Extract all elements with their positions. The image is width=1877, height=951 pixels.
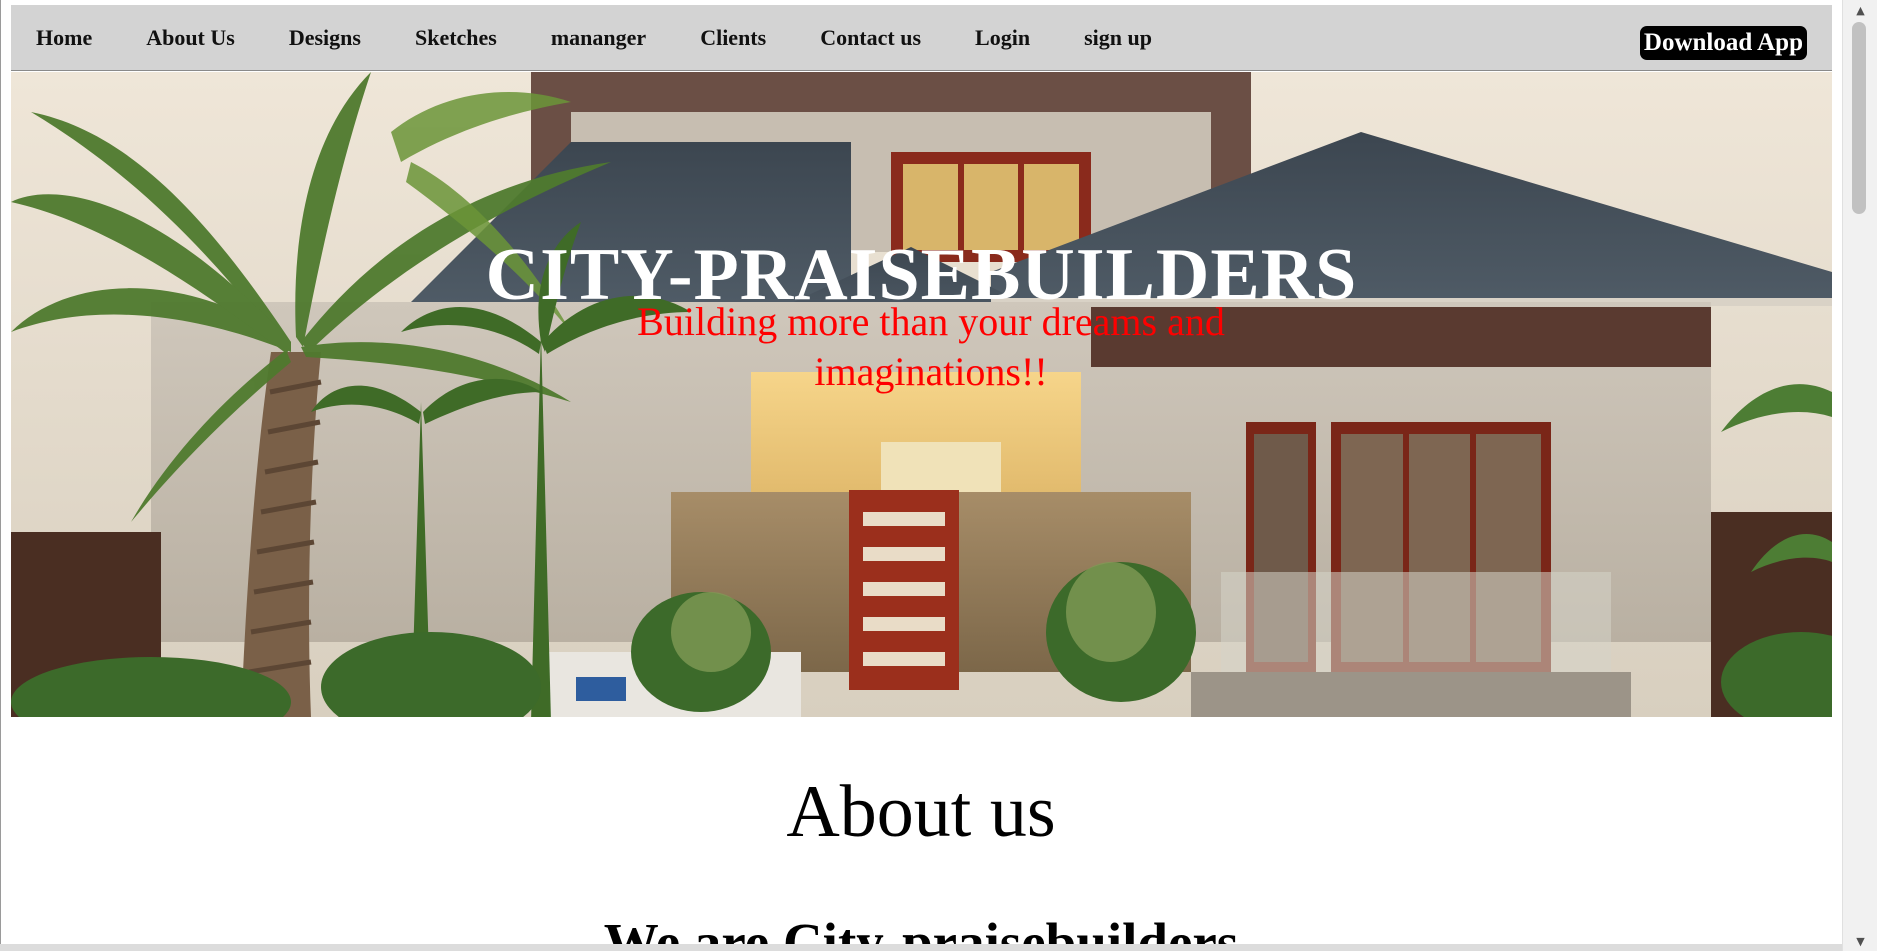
nav-link-home[interactable]: Home [11,25,119,51]
nav-link-contact-us[interactable]: Contact us [793,25,948,51]
nav-link-login[interactable]: Login [948,25,1057,51]
about-heading: About us [786,771,1056,853]
vertical-scrollbar[interactable]: ▲ ▼ [1842,0,1877,951]
chevron-up-icon[interactable]: ▲ [1843,0,1877,20]
hero-subtitle: Building more than your dreams and imagi… [637,299,1225,394]
nav-links: Home About Us Designs Sketches mananger … [11,5,1179,71]
nav-link-about-us[interactable]: About Us [119,25,262,51]
nav-link-clients[interactable]: Clients [673,25,793,51]
top-navbar: Home About Us Designs Sketches mananger … [11,5,1832,71]
scroll-thumb[interactable] [1852,22,1866,214]
browser-viewport: Home About Us Designs Sketches mananger … [0,0,1877,951]
hero-banner: CITY-PRAISEBUILDERS Building more than y… [11,72,1832,717]
window-bottom-edge [0,944,1842,951]
nav-link-designs[interactable]: Designs [262,25,388,51]
nav-link-sign-up[interactable]: sign up [1057,25,1179,51]
web-page: Home About Us Designs Sketches mananger … [0,0,1842,951]
download-app-button[interactable]: Download App [1639,26,1807,60]
chevron-down-icon[interactable]: ▼ [1843,931,1877,951]
nav-link-sketches[interactable]: Sketches [388,25,524,51]
nav-link-manager[interactable]: mananger [524,25,673,51]
